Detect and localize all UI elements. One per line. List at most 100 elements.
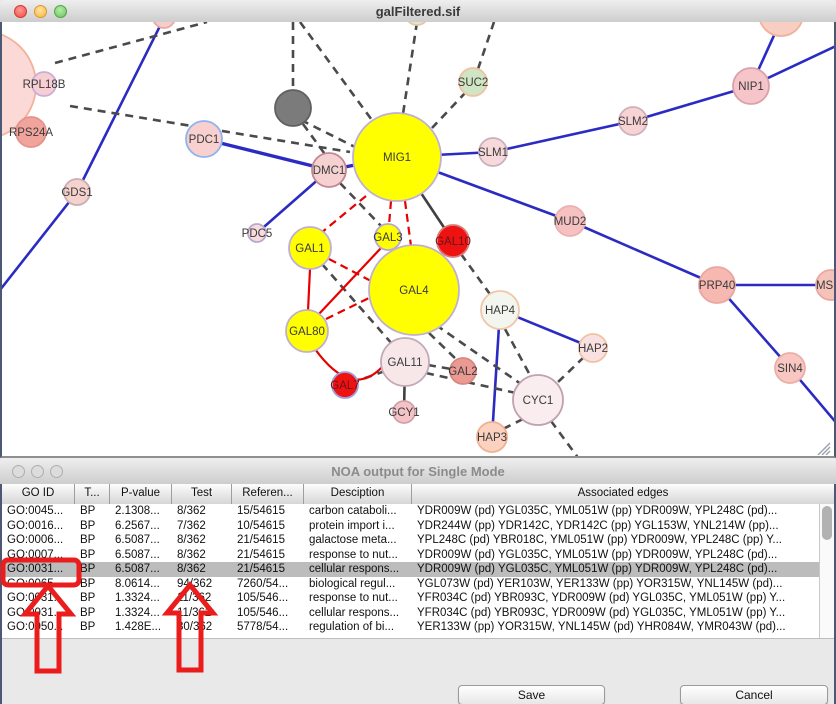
edge[interactable] <box>55 22 207 63</box>
edge[interactable] <box>303 124 327 157</box>
node-GAL2[interactable]: GAL2 <box>448 358 477 384</box>
edge[interactable] <box>308 269 310 311</box>
resize-grip[interactable] <box>817 442 831 455</box>
node-SLM2[interactable]: SLM2 <box>618 107 648 135</box>
node-SIN4[interactable]: SIN4 <box>775 353 805 383</box>
column-header-description[interactable]: Desciption <box>304 484 412 504</box>
node-PDC1[interactable]: PDC1 <box>186 121 222 157</box>
cell-test: 94/362 <box>172 577 232 592</box>
edge[interactable] <box>570 221 717 285</box>
cell-p_value: 6.2567... <box>110 519 172 534</box>
node-GAL4[interactable]: GAL4 <box>369 245 459 335</box>
node-label: HAP2 <box>578 343 608 355</box>
node-GAL10[interactable]: GAL10 <box>435 225 471 257</box>
cell-edges: YDR009W (pd) YGL035C, YML051W (pp) YDR00… <box>412 548 834 563</box>
edge[interactable] <box>301 120 355 147</box>
cell-type: BP <box>75 620 110 635</box>
node-label: MUD2 <box>554 216 587 228</box>
node-NIP1[interactable]: NIP1 <box>733 68 769 104</box>
table-row[interactable]: GO:0050...BP1.428E...80/3625778/54...reg… <box>2 620 834 635</box>
table-row[interactable]: GO:0031...BP1.3324...11/362105/546...cel… <box>2 606 834 621</box>
node-label: GAL1 <box>295 243 324 255</box>
node-GAL80[interactable]: GAL80 <box>286 310 328 352</box>
node-GAL1[interactable]: GAL1 <box>289 227 331 269</box>
edge[interactable] <box>429 333 459 362</box>
node-HAP4[interactable]: HAP4 <box>481 291 519 329</box>
column-header-test[interactable]: Test <box>172 484 232 504</box>
node-label: GCY1 <box>388 407 419 419</box>
node-label: GAL3 <box>373 232 402 244</box>
column-header-p_value[interactable]: P-value <box>110 484 172 504</box>
node-MUD2[interactable]: MUD2 <box>554 206 587 236</box>
cell-test: 8/362 <box>172 504 232 519</box>
cell-test: 8/362 <box>172 533 232 548</box>
button-panel: Save Cancel <box>2 638 834 704</box>
node-label: MSL1 <box>816 280 836 292</box>
node-PRP40[interactable]: PRP40 <box>699 267 735 303</box>
table-row[interactable]: GO:0065...BP8.0614...94/3627260/54...bio… <box>2 577 834 592</box>
column-header-type[interactable]: T... <box>75 484 110 504</box>
edge[interactable] <box>77 22 164 192</box>
node-PDC5[interactable]: PDC5 <box>242 224 273 242</box>
column-header-go_id[interactable]: GO ID <box>2 484 75 504</box>
edge[interactable] <box>432 92 466 128</box>
window-title: galFiltered.sif <box>0 4 836 19</box>
scrollbar-thumb[interactable] <box>822 506 832 540</box>
cell-reference: 5778/54... <box>232 620 304 635</box>
node-HAP2[interactable]: HAP2 <box>578 334 608 362</box>
cell-description: protein import i... <box>304 519 412 534</box>
node-GAL3[interactable]: GAL3 <box>373 224 402 250</box>
node-MSL1[interactable]: MSL1 <box>816 270 836 300</box>
window-noa-output: NOA output for Single Mode GO IDT...P-va… <box>0 458 836 704</box>
edge[interactable] <box>321 196 366 233</box>
node-label: HAP3 <box>477 432 507 444</box>
column-header-reference[interactable]: Referen... <box>232 484 304 504</box>
node-MIG1[interactable]: MIG1 <box>353 113 441 201</box>
node-GCY1[interactable]: GCY1 <box>388 401 419 423</box>
node-DMC1[interactable]: DMC1 <box>312 153 346 187</box>
edge[interactable] <box>461 254 492 297</box>
node-SLM1[interactable]: SLM1 <box>478 138 508 166</box>
cell-type: BP <box>75 591 110 606</box>
edge[interactable] <box>405 201 411 246</box>
cancel-button[interactable]: Cancel <box>680 685 828 704</box>
edge[interactable] <box>403 22 417 114</box>
table-row[interactable]: GO:0006...BP6.5087...8/36221/54615galact… <box>2 533 834 548</box>
edge[interactable] <box>0 192 77 290</box>
node-HAP3[interactable]: HAP3 <box>477 422 507 452</box>
screen: { "window_graph": { "title": "galFiltere… <box>0 0 836 704</box>
node-GDS1[interactable]: GDS1 <box>61 179 92 205</box>
edge[interactable] <box>389 201 391 225</box>
cell-description: cellular respons... <box>304 562 412 577</box>
node-GAL11[interactable]: GAL11 <box>381 338 429 386</box>
edge[interactable] <box>503 419 523 429</box>
table-row[interactable]: GO:0016...BP6.2567...7/36210/54615protei… <box>2 519 834 534</box>
cell-test: 11/362 <box>172 606 232 621</box>
cell-description: regulation of bi... <box>304 620 412 635</box>
node-label: MIG1 <box>383 152 411 164</box>
node-top-right-partial[interactable] <box>759 22 803 36</box>
node-GAL7[interactable]: GAL7 <box>330 372 359 398</box>
column-header-edges[interactable]: Associated edges <box>412 484 834 504</box>
vertical-scrollbar[interactable] <box>819 504 834 638</box>
node-top-left-partial[interactable] <box>153 22 175 28</box>
edge[interactable] <box>493 121 633 152</box>
node-unnamed-gray[interactable] <box>275 90 311 126</box>
edge[interactable] <box>478 22 494 69</box>
node-SUC2[interactable]: SUC2 <box>458 68 489 96</box>
node-top-mid-partial[interactable] <box>405 22 429 25</box>
table-row[interactable]: GO:0045...BP2.1308...8/36215/54615carbon… <box>2 504 834 519</box>
table-row[interactable]: GO:0031...BP6.5087...8/36221/54615cellul… <box>2 562 834 577</box>
node-label: RPS24A <box>9 127 53 139</box>
edge[interactable] <box>204 139 329 170</box>
network-canvas[interactable]: RPL18BRPS24AGDS1PDC1DMC1MIG1PDC5GAL1GAL3… <box>0 22 836 456</box>
edge[interactable] <box>556 357 584 384</box>
edge[interactable] <box>551 421 579 456</box>
node-CYC1[interactable]: CYC1 <box>513 375 563 425</box>
edge[interactable] <box>505 329 531 377</box>
cell-p_value: 6.5087... <box>110 548 172 563</box>
save-button[interactable]: Save <box>458 685 605 704</box>
node-label: SUC2 <box>458 77 489 89</box>
table-row[interactable]: GO:0031...BP1.3324...11/362105/546...res… <box>2 591 834 606</box>
table-row[interactable]: GO:0007...BP6.5087...8/36221/54615respon… <box>2 548 834 563</box>
